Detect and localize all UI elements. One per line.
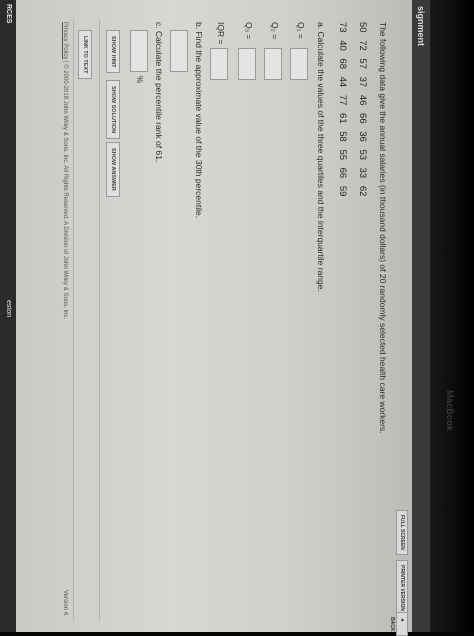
part-a-prompt: a. Calculate the values of the three qua… xyxy=(316,22,326,292)
copyright-text: © 2000-2018 John Wiley & Sons, Inc. All … xyxy=(62,64,68,320)
question-prompt: The following data give the annual salar… xyxy=(378,22,388,434)
q3-input[interactable] xyxy=(238,48,256,80)
page-title: signment xyxy=(416,6,426,47)
iqr-input[interactable] xyxy=(210,48,228,80)
percentile-rank-input[interactable] xyxy=(130,30,148,72)
privacy-policy-link[interactable]: Privacy Policy xyxy=(62,22,68,59)
show-hint-button[interactable]: SHOW HINT xyxy=(106,30,120,74)
assignment-content: signment FULL SCREEN PRINTER VERSION ◄ B… xyxy=(10,0,430,636)
percent-sign: % xyxy=(135,76,144,84)
screen-bezel xyxy=(430,0,474,632)
printer-version-button[interactable]: PRINTER VERSION xyxy=(396,560,408,616)
percentile-input[interactable] xyxy=(170,30,188,72)
link-to-text-button[interactable]: LINK TO TEXT xyxy=(78,30,92,80)
show-solution-button[interactable]: SHOW SOLUTION xyxy=(106,80,120,140)
part-c-prompt: c. Calculate the percentile rank of 61. xyxy=(154,22,164,163)
show-answer-button[interactable]: SHOW ANSWER xyxy=(106,142,120,197)
data-row-1: 50 72 57 37 46 66 36 53 33 62 xyxy=(357,22,368,197)
part-b-prompt: b. Find the approximate value of the 30t… xyxy=(194,22,204,219)
q2-label: Q₂ = xyxy=(270,22,280,40)
footer-separator: | xyxy=(62,61,68,63)
q1-input[interactable] xyxy=(290,48,308,80)
version-label: Version 4. xyxy=(62,590,68,617)
back-button[interactable]: ◄ BACK xyxy=(389,612,408,636)
full-screen-button[interactable]: FULL SCREEN xyxy=(396,510,408,555)
q1-label: Q₁ = xyxy=(296,22,306,39)
data-row-2: 73 40 68 44 77 61 58 55 66 59 xyxy=(337,22,348,197)
footer: Privacy Policy | © 2000-2018 John Wiley … xyxy=(62,22,68,319)
q2-input[interactable] xyxy=(264,48,282,80)
device-brand: MacBook xyxy=(445,390,455,432)
iqr-label: IQR = xyxy=(216,22,226,45)
q3-label: Q₃ = xyxy=(244,22,254,40)
footer-divider xyxy=(73,20,74,620)
section-divider xyxy=(99,20,100,620)
assignment-header: signment xyxy=(412,0,430,632)
